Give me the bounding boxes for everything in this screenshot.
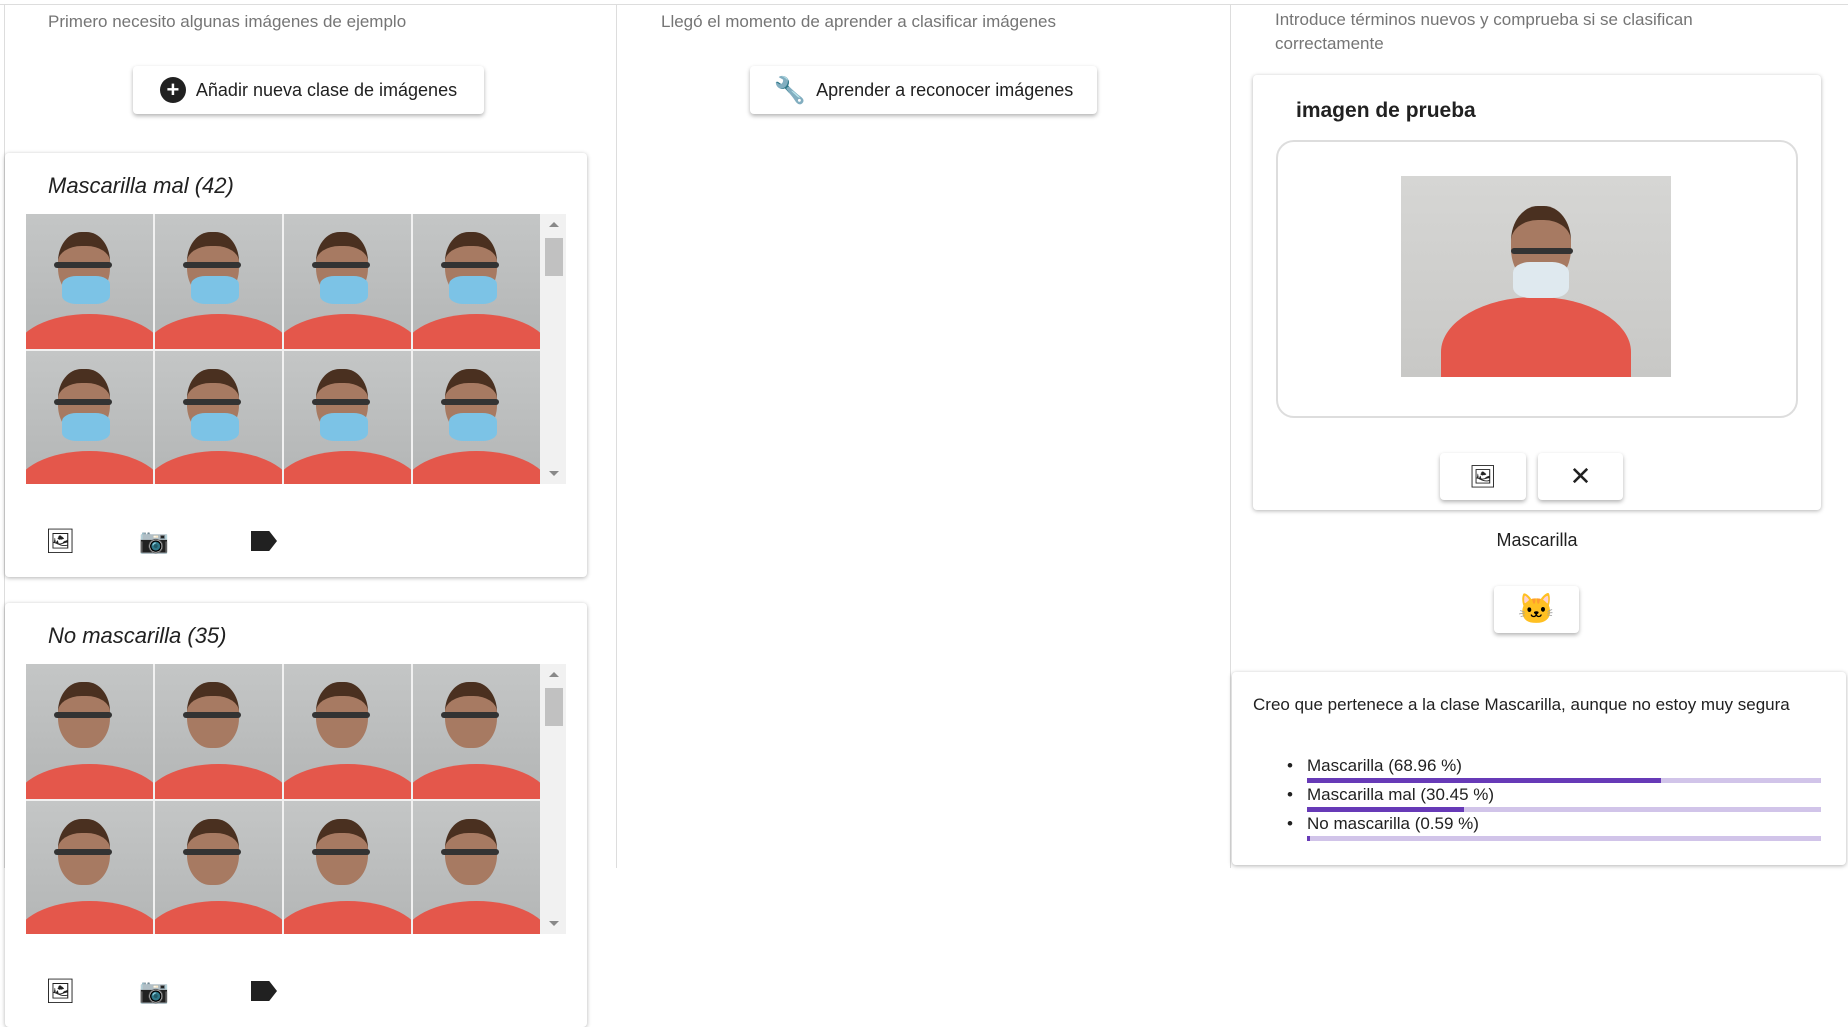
confidence-bar-fill	[1307, 778, 1662, 783]
close-icon: ✕	[1569, 461, 1592, 491]
result-item: Mascarilla (68.96 %)	[1287, 756, 1462, 776]
example-image[interactable]	[413, 664, 540, 799]
train-hint: Llegó el momento de aprender a clasifica…	[661, 12, 1057, 31]
class-card: No mascarilla (35) 🖼 📷	[5, 603, 587, 1027]
label-icon[interactable]	[251, 981, 277, 1001]
test-image-dropzone[interactable]	[1276, 140, 1798, 418]
test-image-card: imagen de prueba 🖼 ✕	[1253, 75, 1821, 510]
add-photo-icon: 🖼	[1469, 463, 1497, 489]
test-image	[1401, 176, 1671, 377]
example-images-grid	[26, 664, 566, 934]
column-train	[616, 5, 1230, 868]
example-images-grid	[26, 214, 566, 484]
test-image-title: imagen de prueba	[1296, 99, 1476, 122]
add-image-icon[interactable]: 🖼	[45, 527, 75, 556]
class-card: Mascarilla mal (42) 🖼 📷	[5, 153, 587, 577]
example-image[interactable]	[155, 664, 282, 799]
add-image-icon[interactable]: 🖼	[45, 977, 75, 1006]
add-webcam-photo-icon[interactable]: 📷	[139, 977, 169, 1006]
confidence-bar	[1307, 807, 1821, 812]
example-image[interactable]	[26, 214, 153, 349]
label-icon[interactable]	[251, 531, 277, 551]
example-image[interactable]	[284, 351, 411, 484]
example-image[interactable]	[413, 351, 540, 484]
class-title: No mascarilla (35)	[48, 623, 227, 648]
wrench-icon: 🔧	[773, 74, 807, 105]
confidence-bar-fill	[1307, 836, 1311, 841]
add-webcam-photo-icon[interactable]: 📷	[139, 527, 169, 556]
add-class-button[interactable]: + Añadir nueva clase de imágenes	[133, 66, 484, 114]
class-title: Mascarilla mal (42)	[48, 173, 234, 198]
example-image[interactable]	[413, 214, 540, 349]
scrollbar[interactable]	[542, 214, 566, 484]
example-image[interactable]	[26, 664, 153, 799]
train-label: Aprender a reconocer imágenes	[816, 79, 1074, 100]
confidence-bar	[1307, 778, 1821, 783]
examples-hint: Primero necesito algunas imágenes de eje…	[48, 12, 407, 31]
scrollbar[interactable]	[542, 664, 566, 934]
confidence-bar	[1307, 836, 1821, 841]
example-image[interactable]	[155, 214, 282, 349]
add-circle-icon: +	[159, 77, 186, 103]
example-image[interactable]	[155, 351, 282, 484]
confidence-bar-fill	[1307, 807, 1464, 812]
clear-test-image-button[interactable]: ✕	[1538, 453, 1623, 500]
scratch-button[interactable]: 🐱	[1494, 586, 1579, 633]
predicted-class: Mascarilla	[1496, 530, 1578, 550]
add-class-label: Añadir nueva clase de imágenes	[195, 79, 458, 100]
train-button[interactable]: 🔧 Aprender a reconocer imágenes	[750, 66, 1097, 114]
result-item: No mascarilla (0.59 %)	[1287, 814, 1479, 834]
upload-test-image-button[interactable]: 🖼	[1440, 453, 1526, 500]
example-image[interactable]	[284, 664, 411, 799]
example-image[interactable]	[284, 214, 411, 349]
example-image[interactable]	[26, 351, 153, 484]
test-hint: Introduce términos nuevos y comprueba si…	[1275, 10, 1693, 53]
result-message: Creo que pertenece a la clase Mascarilla…	[1253, 695, 1790, 714]
scratch-cat-icon: 🐱	[1517, 593, 1556, 626]
result-item: Mascarilla mal (30.45 %)	[1287, 785, 1494, 805]
